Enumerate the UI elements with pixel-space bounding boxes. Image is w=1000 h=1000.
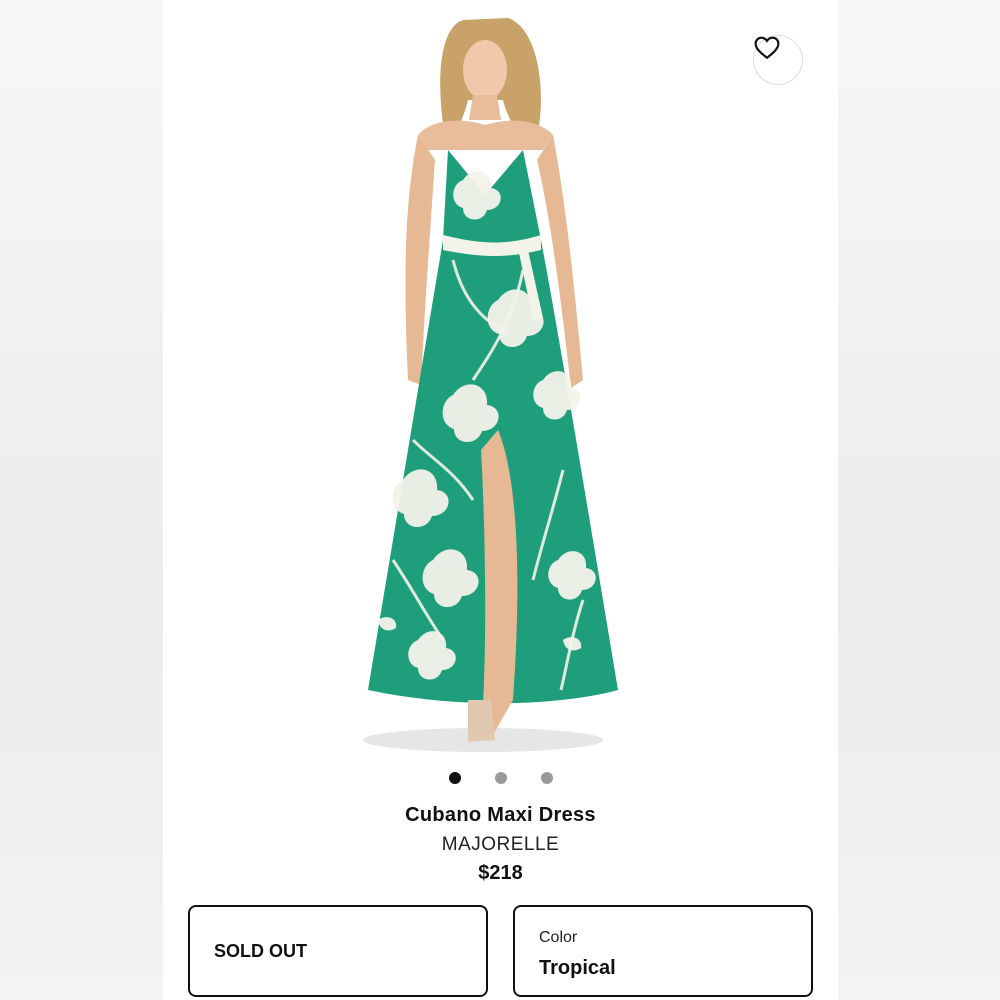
sold-out-label: SOLD OUT <box>214 941 307 961</box>
carousel-dot-1[interactable] <box>448 772 461 784</box>
color-value: Tropical <box>539 957 616 979</box>
carousel-dot-3[interactable] <box>540 772 553 784</box>
size-selector[interactable]: SOLD OUT <box>188 905 488 997</box>
carousel-indicators <box>163 772 838 784</box>
product-brand[interactable]: MAJORELLE <box>163 834 838 856</box>
dress-illustration <box>363 18 618 752</box>
color-selector[interactable]: Color Tropical <box>513 905 813 997</box>
heart-icon <box>754 36 780 60</box>
product-image[interactable] <box>163 0 838 760</box>
left-background <box>0 0 163 1000</box>
color-label: Color <box>539 929 578 946</box>
product-card: Cubano Maxi Dress MAJORELLE $218 SOLD OU… <box>163 0 838 1000</box>
product-price: $218 <box>478 862 523 884</box>
right-background <box>838 0 1000 1000</box>
favorite-button[interactable] <box>753 35 803 85</box>
product-title: Cubano Maxi Dress <box>405 804 596 826</box>
carousel-dot-2[interactable] <box>494 772 507 784</box>
